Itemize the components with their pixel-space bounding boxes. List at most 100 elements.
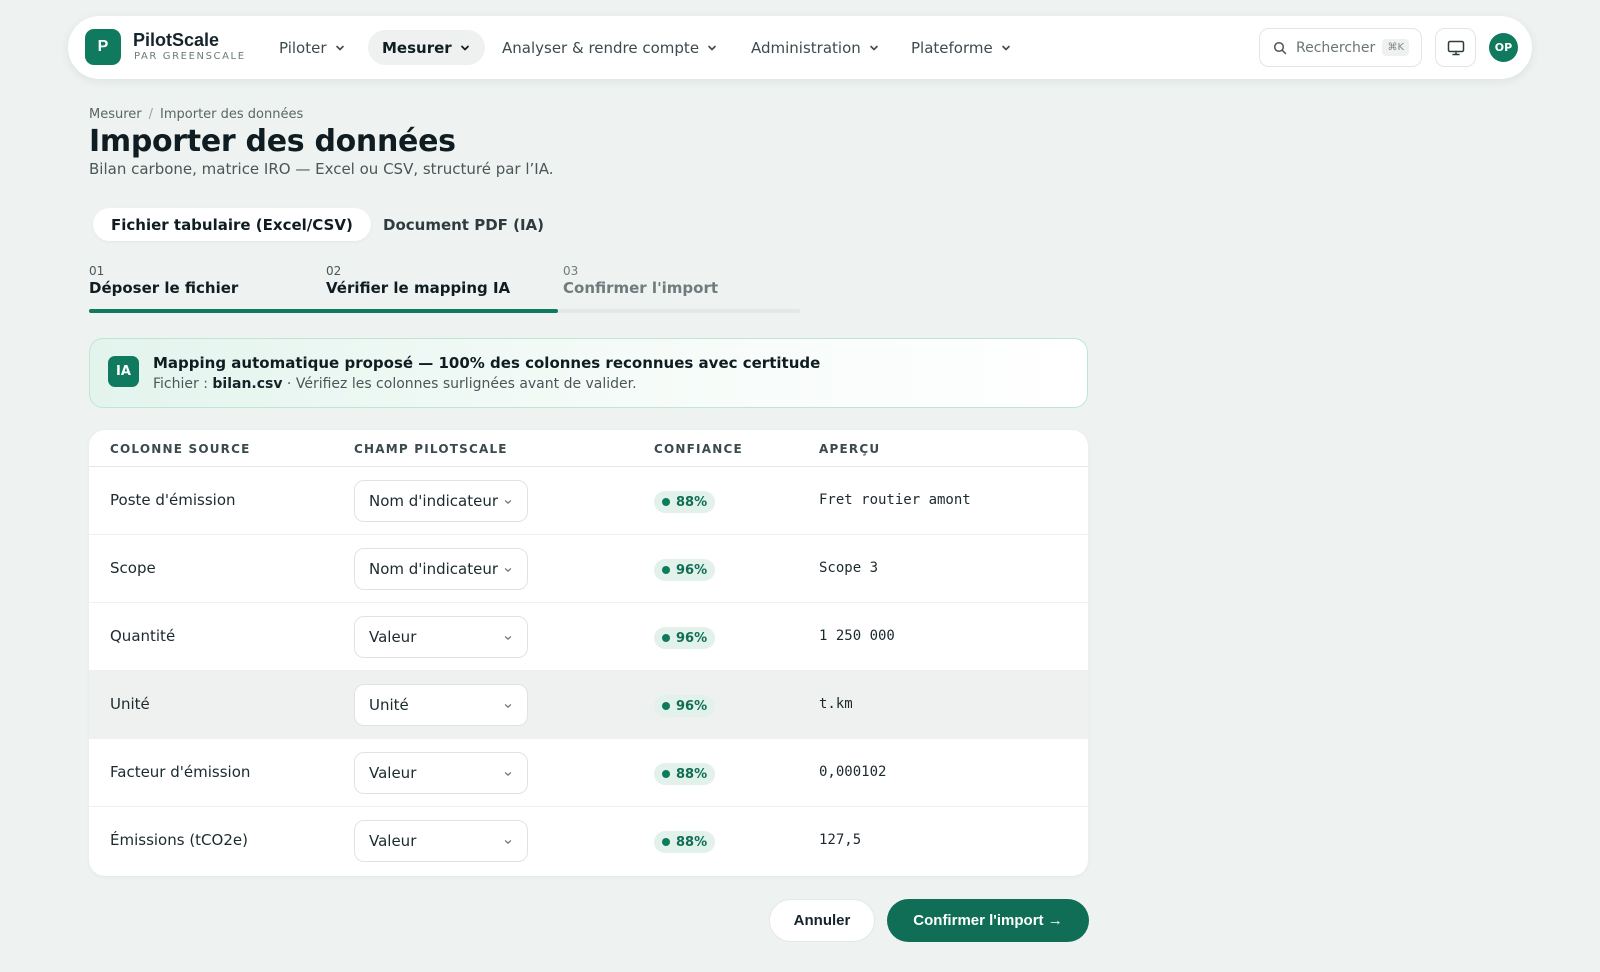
tab-pdf-document[interactable]: Document PDF (IA) <box>365 208 562 241</box>
user-avatar[interactable]: OP <box>1489 33 1518 62</box>
confirm-import-button[interactable]: Confirmer l'import → <box>887 899 1089 942</box>
breadcrumb: Mesurer / Importer des données <box>89 107 303 122</box>
source-column-name: Poste d'émission <box>110 491 236 509</box>
chevron-down-icon <box>335 45 344 50</box>
chevron-down-icon <box>504 500 512 504</box>
breadcrumb-parent[interactable]: Mesurer <box>89 107 142 122</box>
chevron-down-icon <box>504 772 512 776</box>
nav-item-piloter[interactable]: Piloter <box>265 30 360 65</box>
page-subtitle: Bilan carbone, matrice IRO — Excel ou CS… <box>89 160 554 178</box>
mapping-table: COLONNE SOURCE CHAMP PILOTSCALE CONFIANC… <box>89 430 1088 876</box>
search-input[interactable]: Rechercher ⌘K <box>1259 28 1422 67</box>
file-prefix: Fichier : <box>153 376 213 392</box>
header-preview: APERÇU <box>819 442 881 456</box>
preview-value: t.km <box>819 696 853 712</box>
confidence-dot-icon <box>662 498 670 506</box>
step-number: 02 <box>326 264 342 278</box>
cancel-button[interactable]: Annuler <box>769 899 875 942</box>
chevron-down-icon <box>1001 45 1010 50</box>
chevron-down-icon <box>708 45 716 50</box>
search-icon <box>1273 41 1287 54</box>
table-row: Émissions (tCO2e) Valeur 88% 127,5 <box>89 807 1088 875</box>
field-select[interactable]: Valeur <box>354 820 528 862</box>
step-label: Vérifier le mapping IA <box>326 279 511 297</box>
field-select[interactable]: Nom d'indicateur <box>354 548 528 590</box>
step-label: Déposer le fichier <box>89 279 239 297</box>
source-column-name: Unité <box>110 695 150 713</box>
confidence-badge: 88% <box>654 763 716 785</box>
ai-badge: IA <box>108 356 139 387</box>
field-select-value: Nom d'indicateur <box>369 492 499 510</box>
table-row: Facteur d'émission Valeur 88% 0,000102 <box>89 739 1088 807</box>
field-select-value: Valeur <box>369 628 417 646</box>
search-shortcut-badge: ⌘K <box>1382 39 1409 56</box>
display-mode-button[interactable] <box>1435 28 1476 67</box>
step-confirm-import: 03 Confirmer l'import <box>563 264 718 297</box>
ai-banner-title: Mapping automatique proposé — 100% des c… <box>153 354 821 372</box>
field-select-value: Valeur <box>369 832 417 850</box>
preview-value: 127,5 <box>819 832 862 848</box>
nav-item-mesurer[interactable]: Mesurer <box>368 30 485 65</box>
brand-name: PilotScale <box>133 30 220 50</box>
field-select-value: Nom d'indicateur <box>369 560 499 578</box>
confidence-value: 88% <box>676 494 708 510</box>
source-column-name: Quantité <box>110 627 176 645</box>
table-row: Poste d'émission Nom d'indicateur 88% Fr… <box>89 467 1088 535</box>
tab-tabular-file[interactable]: Fichier tabulaire (Excel/CSV) <box>93 208 371 241</box>
step-label: Confirmer l'import <box>563 279 719 297</box>
confidence-value: 88% <box>676 834 708 850</box>
header-pilotscale-field: CHAMP PILOTSCALE <box>354 442 508 456</box>
monitor-icon <box>1447 40 1464 55</box>
confidence-badge: 96% <box>654 695 716 717</box>
nav-item-administration[interactable]: Administration <box>737 30 894 65</box>
step-upload: 01 Déposer le fichier <box>89 264 238 297</box>
preview-value: 1 250 000 <box>819 628 895 644</box>
breadcrumb-separator: / <box>148 107 154 122</box>
search-placeholder: Rechercher <box>1296 39 1376 56</box>
confidence-dot-icon <box>662 566 670 574</box>
table-header: COLONNE SOURCE CHAMP PILOTSCALE CONFIANC… <box>89 430 1088 467</box>
nav-item-label: Piloter <box>279 38 327 57</box>
field-select[interactable]: Valeur <box>354 616 528 658</box>
source-column-name: Émissions (tCO2e) <box>110 831 248 849</box>
field-select-value: Unité <box>369 696 409 714</box>
confidence-value: 96% <box>676 562 708 578</box>
source-column-name: Facteur d'émission <box>110 763 251 781</box>
nav-item-plateforme[interactable]: Plateforme <box>897 30 1026 65</box>
nav-item-analyser[interactable]: Analyser & rendre compte <box>488 30 732 65</box>
preview-value: Fret routier amont <box>819 492 971 508</box>
header-source-column: COLONNE SOURCE <box>110 442 251 456</box>
field-select[interactable]: Valeur <box>354 752 528 794</box>
step-number: 01 <box>89 264 105 278</box>
preview-value: Scope 3 <box>819 560 879 576</box>
nav-item-label: Mesurer <box>382 38 452 57</box>
brand-subtitle: PAR GREENSCALE <box>134 51 246 62</box>
table-row: Scope Nom d'indicateur 96% Scope 3 <box>89 535 1088 603</box>
field-select[interactable]: Unité <box>354 684 528 726</box>
nav-item-label: Administration <box>751 38 861 57</box>
chevron-down-icon <box>504 568 512 572</box>
chevron-down-icon <box>504 704 512 708</box>
confidence-dot-icon <box>662 838 670 846</box>
step-number: 03 <box>563 264 579 278</box>
page-title: Importer des données <box>89 124 456 159</box>
confidence-dot-icon <box>662 702 670 710</box>
stepper-progress-track <box>89 309 800 313</box>
confidence-badge: 88% <box>654 831 716 853</box>
confidence-dot-icon <box>662 770 670 778</box>
file-suffix: · Vérifiez les colonnes surlignées avant… <box>282 376 637 392</box>
preview-value: 0,000102 <box>819 764 887 780</box>
confidence-dot-icon <box>662 634 670 642</box>
field-select[interactable]: Nom d'indicateur <box>354 480 528 522</box>
confidence-value: 96% <box>676 630 708 646</box>
chevron-down-icon <box>504 840 512 844</box>
confidence-badge: 96% <box>654 559 716 581</box>
brand-logo[interactable]: P <box>85 29 121 65</box>
nav-item-label: Plateforme <box>911 38 993 57</box>
chevron-down-icon <box>504 636 512 640</box>
header-confidence: CONFIANCE <box>654 442 743 456</box>
table-row: Quantité Valeur 96% 1 250 000 <box>89 603 1088 671</box>
field-select-value: Valeur <box>369 764 417 782</box>
table-row: Unité Unité 96% t.km <box>89 671 1088 739</box>
nav-item-label: Analyser & rendre compte <box>502 38 700 57</box>
